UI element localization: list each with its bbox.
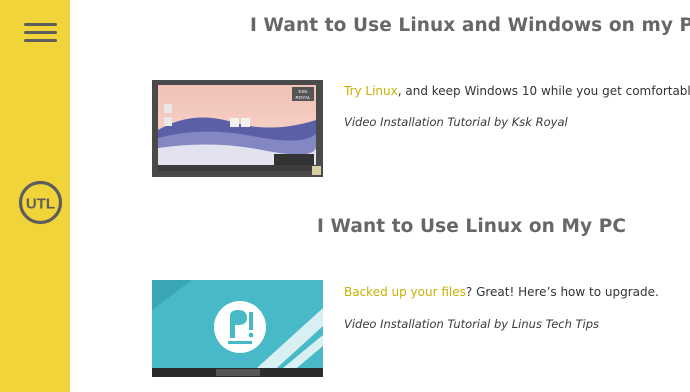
intro-text-rest: , and keep Windows 10 while you get comf… bbox=[397, 84, 690, 98]
backed-up-files-link[interactable]: Backed up your files bbox=[344, 285, 466, 299]
hamburger-menu-icon[interactable] bbox=[24, 22, 57, 42]
video-caption: Video Installation Tutorial by Ksk Royal bbox=[344, 115, 568, 129]
try-linux-link[interactable]: Try Linux bbox=[344, 84, 398, 98]
menu-bar bbox=[24, 31, 57, 34]
upgrade-text-rest: ? Great! Here’s how to upgrade. bbox=[465, 285, 659, 299]
upgrade-text: Backed up your files? Great! Here’s how … bbox=[344, 285, 659, 299]
logo-text: UTL bbox=[26, 196, 55, 213]
video-thumbnail-linus-tech-tips[interactable] bbox=[152, 280, 323, 377]
intro-text: Try Linux, and keep Windows 10 while you… bbox=[344, 84, 690, 98]
thumbnail-badge-line: ROYAL bbox=[296, 95, 311, 100]
video-caption: Video Installation Tutorial by Linus Tec… bbox=[344, 317, 600, 331]
video-thumbnail-ksk-royal[interactable]: KSK ROYAL bbox=[152, 80, 323, 177]
sidebar: UTL bbox=[0, 0, 70, 392]
section-title: I Want to Use Linux on My PC bbox=[317, 216, 627, 237]
menu-bar bbox=[24, 39, 57, 42]
thumbnail-badge-line: KSK bbox=[298, 89, 307, 94]
section-title: I Want to Use Linux and Windows on my PC bbox=[250, 15, 690, 36]
utl-logo[interactable]: UTL bbox=[18, 180, 63, 225]
menu-bar bbox=[24, 23, 57, 26]
